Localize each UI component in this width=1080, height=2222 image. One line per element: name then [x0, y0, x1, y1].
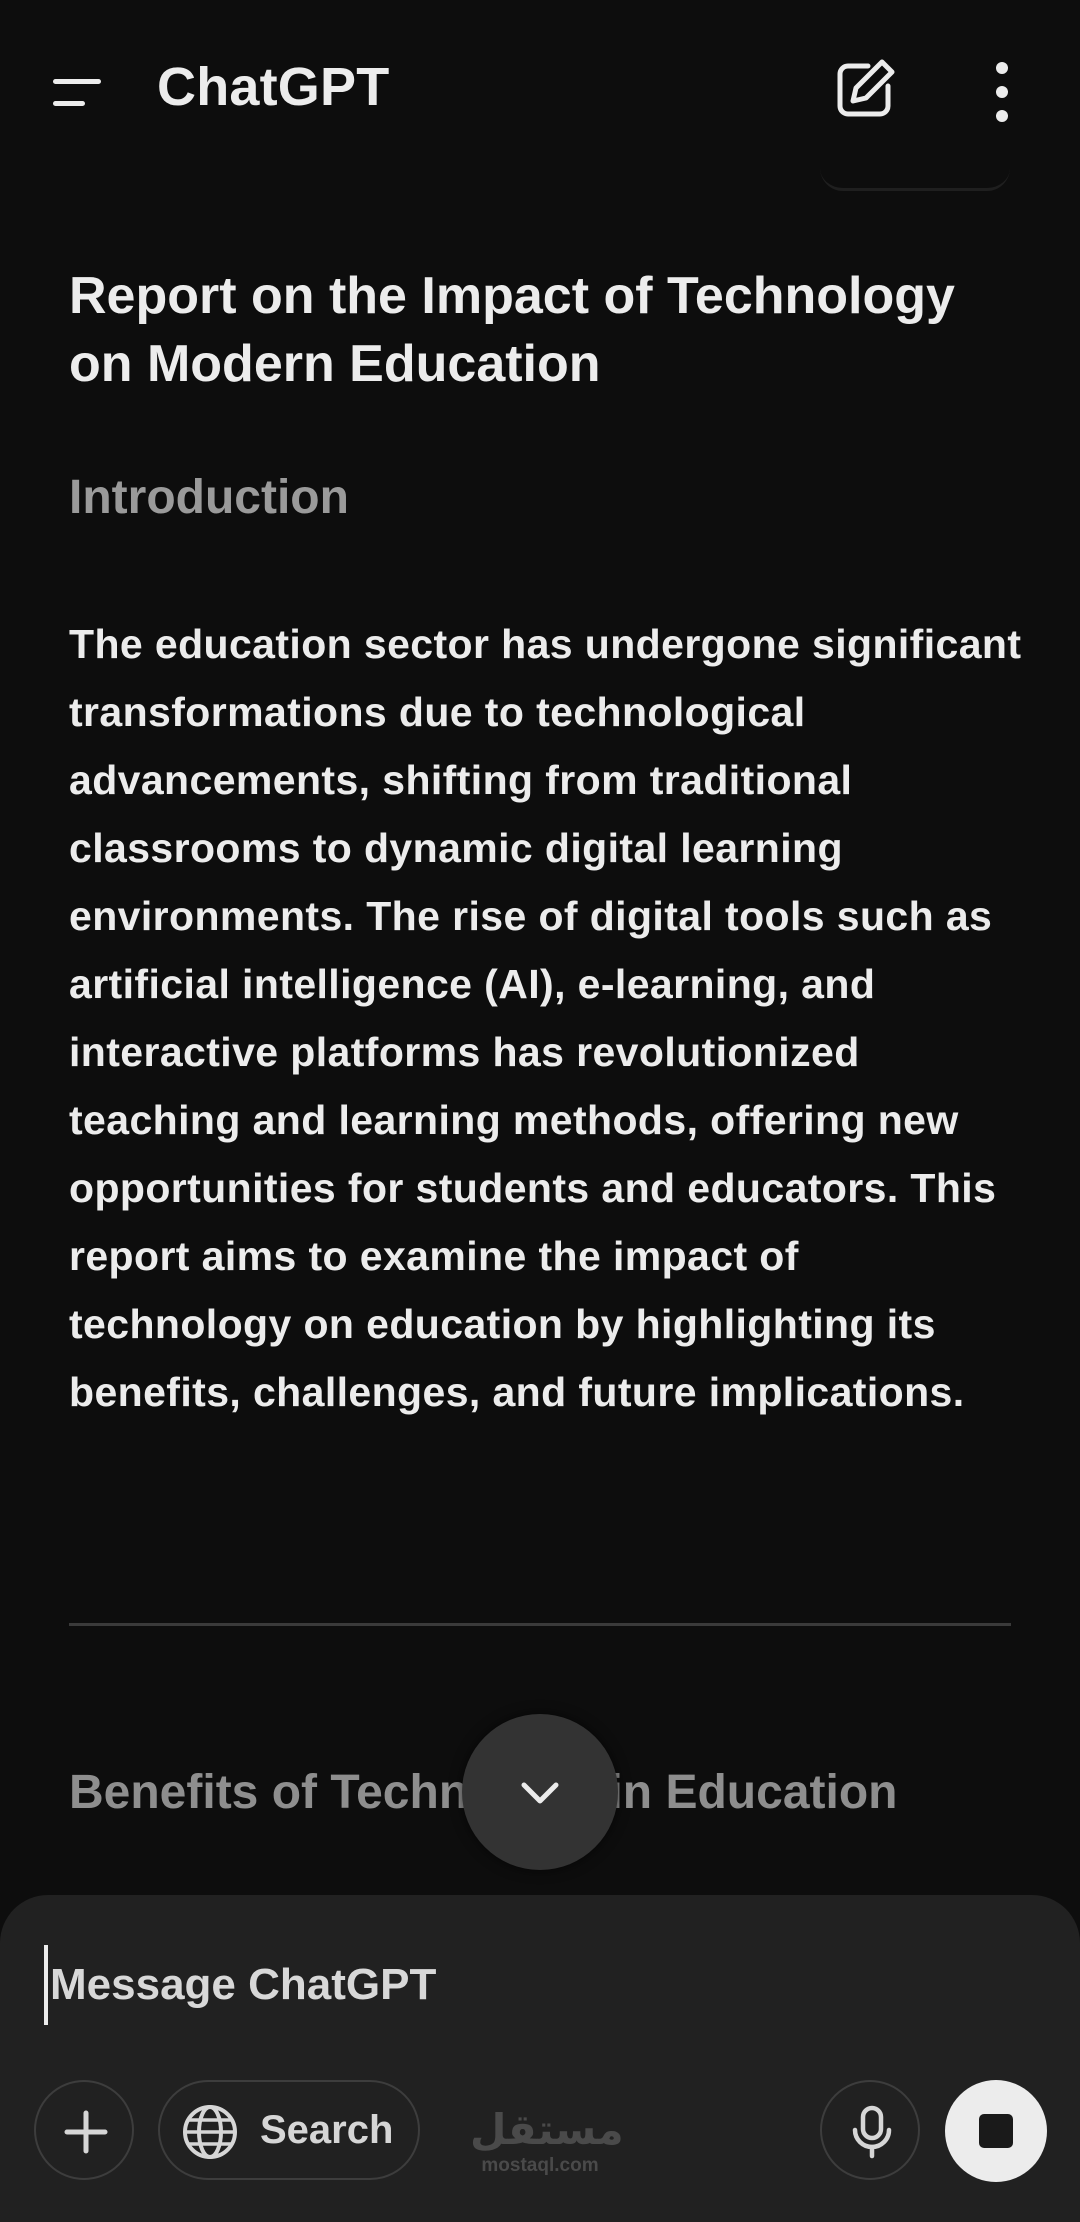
stop-generating-button[interactable] — [945, 2080, 1047, 2182]
report-title: Report on the Impact of Technology on Mo… — [69, 267, 955, 393]
microphone-icon — [852, 2105, 892, 2159]
watermark-latin: mostaql.com — [481, 2155, 599, 2176]
hamburger-menu-icon — [53, 79, 101, 84]
watermark-arabic: مستقل — [470, 2105, 624, 2154]
attach-button[interactable] — [34, 2080, 134, 2180]
more-options-button[interactable] — [970, 54, 1034, 130]
globe-icon — [183, 2105, 237, 2159]
plus-icon — [64, 2110, 108, 2154]
search-button-label: Search — [260, 2108, 394, 2152]
compose-icon — [837, 59, 895, 117]
vertical-ellipsis-icon — [996, 62, 1008, 122]
previous-message-edge — [820, 168, 1010, 191]
message-input[interactable] — [44, 1945, 810, 2025]
scroll-to-bottom-button[interactable] — [462, 1714, 618, 1870]
chevron-down-icon — [521, 1782, 559, 1804]
introduction-paragraph: The education sector has undergone signi… — [69, 621, 1022, 1415]
top-bar: ChatGPT — [0, 0, 1080, 180]
message-composer: Search مستقل mostaql.com — [0, 1895, 1080, 2222]
sidebar-menu-button[interactable] — [40, 58, 120, 128]
app-title: ChatGPT — [157, 57, 390, 117]
search-button[interactable]: Search — [158, 2080, 420, 2180]
section-divider — [69, 1623, 1011, 1626]
new-chat-button[interactable] — [830, 54, 900, 124]
stop-icon — [979, 2114, 1013, 2148]
watermark-logo: مستقل mostaql.com — [470, 2105, 624, 2176]
hamburger-menu-icon-line — [53, 101, 85, 106]
section-heading-introduction: Introduction — [69, 471, 349, 524]
voice-input-button[interactable] — [820, 2080, 920, 2180]
